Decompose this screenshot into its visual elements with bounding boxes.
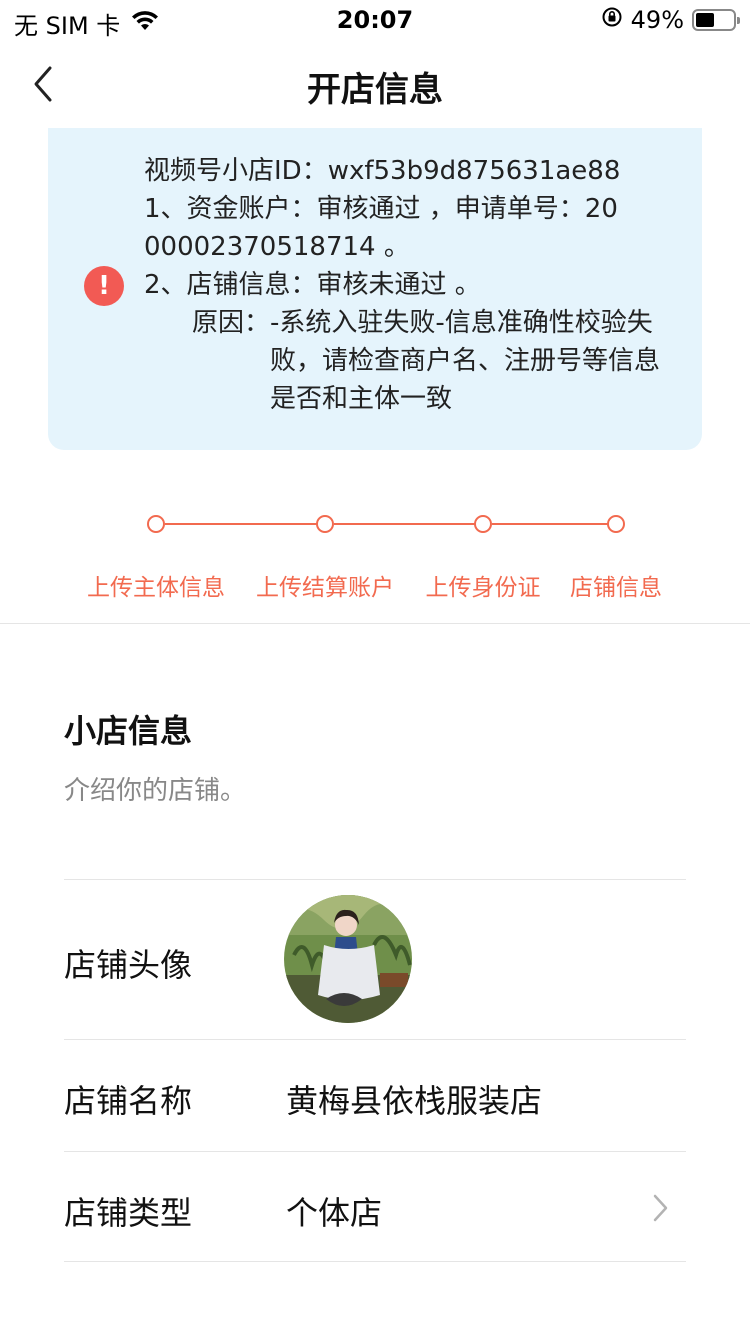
step-label-settlement[interactable]: 上传结算账户 [256,568,394,602]
shop-type-row[interactable]: 店铺类型 个体店 [64,1151,686,1261]
step-dot [474,515,492,533]
reason-label: 原因： [191,308,270,338]
step-label-entity[interactable]: 上传主体信息 [87,568,225,602]
shop-info-line: 2、店铺信息：审核未通过 。 [144,270,481,300]
shop-type-value: 个体店 [286,1194,383,1232]
chevron-right-icon[interactable] [650,1192,670,1224]
shop-id-line: 视频号小店ID：wxf53b9d875631ae88 [144,156,621,186]
reason-text: -系统入驻失败-信息准确性校验失败，请检查商户名、注册号等信息是否和主体一致 [270,308,661,414]
step-dot [147,515,165,533]
notice-text: 视频号小店ID：wxf53b9d875631ae88 1、资金账户：审核通过 ，… [144,152,674,418]
shop-avatar-label: 店铺头像 [64,946,193,984]
step-label-shop-info[interactable]: 店铺信息 [570,568,662,602]
avatar-image [284,895,412,1023]
application-number-line: 00002370518714 。 [144,232,410,262]
alert-icon: ! [84,266,124,306]
review-notice: ! 视频号小店ID：wxf53b9d875631ae88 1、资金账户：审核通过… [48,128,702,450]
step-label-id-card[interactable]: 上传身份证 [426,568,541,602]
reason-row: 原因： -系统入驻失败-信息准确性校验失败，请检查商户名、注册号等信息是否和主体… [144,304,674,418]
nav-bar: 开店信息 [0,40,750,128]
step-connector [334,523,475,525]
status-bar: 无 SIM 卡 20:07 49% [0,0,750,40]
progress-steps: 上传主体信息 上传结算账户 上传身份证 店铺信息 [0,500,750,620]
shop-name-value: 黄梅县依栈服装店 [286,1082,543,1120]
shop-name-label: 店铺名称 [64,1082,193,1120]
divider [0,623,750,624]
step-connector [492,523,608,525]
battery-percent: 49% [630,6,684,34]
section-title: 小店信息 [64,712,193,750]
divider [64,1261,686,1262]
avatar[interactable] [284,895,412,1023]
shop-name-row[interactable]: 店铺名称 黄梅县依栈服装店 [64,1039,686,1151]
step-connector [165,523,317,525]
step-dot [316,515,334,533]
shop-avatar-row[interactable]: 店铺头像 [64,879,686,1039]
status-right: 49% [601,6,740,34]
section-subtitle: 介绍你的店铺。 [64,776,247,806]
shop-type-label: 店铺类型 [64,1194,193,1232]
orientation-lock-icon [601,6,623,34]
battery-level [696,13,714,27]
battery-icon [692,9,740,31]
page-title: 开店信息 [307,70,443,110]
fund-account-line: 1、资金账户：审核通过 ，申请单号：20 [144,194,618,224]
step-dot [607,515,625,533]
